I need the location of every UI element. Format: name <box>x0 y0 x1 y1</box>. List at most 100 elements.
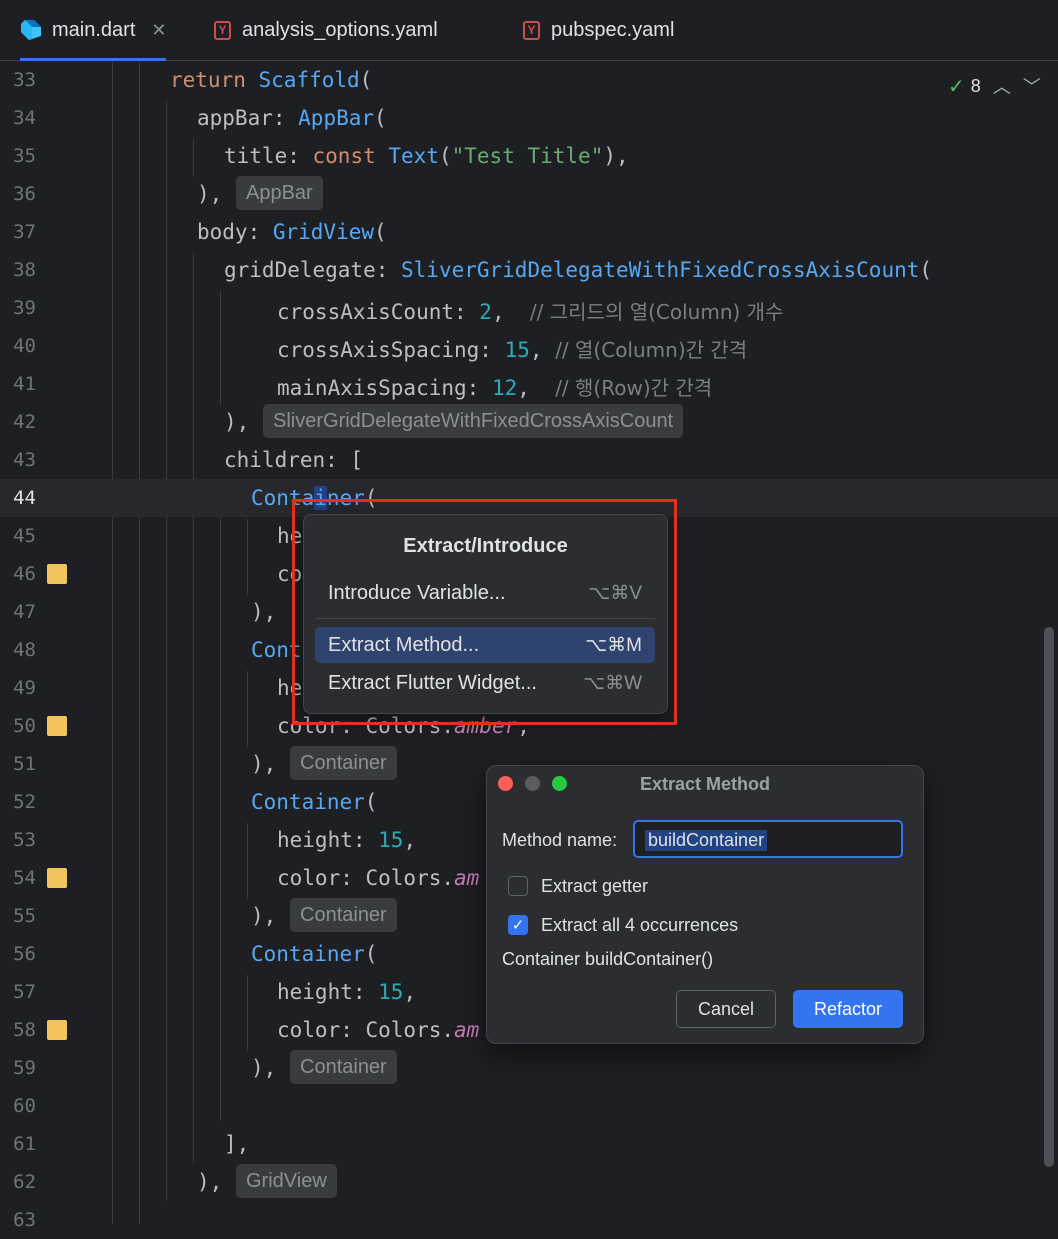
method-name-input[interactable]: buildContainer <box>633 820 903 858</box>
code-token: crossAxisSpacing: <box>277 338 505 362</box>
editor-tab-bar: main.dart ✕ Y analysis_options.yaml Y pu… <box>0 0 1058 61</box>
cancel-button[interactable]: Cancel <box>676 990 776 1028</box>
line-number: 58 <box>13 1019 36 1041</box>
line-number: 57 <box>13 981 36 1003</box>
line-number: 49 <box>13 677 36 699</box>
code-token: body: <box>197 220 273 244</box>
color-swatch-icon[interactable] <box>47 868 67 888</box>
extract-all-label: Extract all 4 occurrences <box>541 915 739 935</box>
code-token: GridView <box>272 220 375 244</box>
color-swatch-icon[interactable] <box>47 1020 67 1040</box>
code-token: ( <box>364 942 378 966</box>
line-number: 61 <box>13 1133 36 1155</box>
code-token: color: Colors. <box>277 866 455 890</box>
code-token: am <box>454 866 480 890</box>
code-token: , <box>491 300 505 324</box>
code-line: 43 children: [ <box>0 441 1058 479</box>
code-token: 2 <box>479 300 492 324</box>
line-number: 40 <box>13 335 36 357</box>
code-token: ), <box>603 144 629 168</box>
checkmark-icon: ✓ <box>511 917 525 934</box>
line-number: 53 <box>13 829 36 851</box>
code-line: 41 mainAxisSpacing: 12, // 행(Row)간 간격 <box>0 365 1058 403</box>
closing-label-hint: Container <box>290 746 397 780</box>
line-number: 38 <box>13 259 36 281</box>
closing-label-hint: Container <box>290 1050 397 1084</box>
line-number: 62 <box>13 1171 36 1193</box>
code-token: Scaffold <box>258 68 360 92</box>
extract-getter-label: Extract getter <box>541 876 649 896</box>
line-number: 45 <box>13 525 36 547</box>
code-token: ), <box>224 410 250 434</box>
refactor-button[interactable]: Refactor <box>793 990 903 1028</box>
code-token: ( <box>438 144 452 168</box>
line-number: 37 <box>13 221 36 243</box>
color-swatch-icon[interactable] <box>47 716 67 736</box>
dart-icon <box>21 20 41 40</box>
line-number: 48 <box>13 639 36 661</box>
color-swatch-icon[interactable] <box>47 564 67 584</box>
code-token: ), <box>251 600 277 624</box>
code-line: 38 gridDelegate: SliverGridDelegateWithF… <box>0 251 1058 289</box>
code-token: "Test Title" <box>451 144 604 168</box>
code-token: title: <box>224 144 313 168</box>
code-line: 40 crossAxisSpacing: 15, // 열(Column)간 간… <box>0 327 1058 365</box>
close-icon[interactable]: ✕ <box>151 20 166 41</box>
method-name-label: Method name: <box>502 830 618 850</box>
extract-all-checkbox[interactable]: ✓ <box>508 915 528 935</box>
code-line: 42 ), SliverGridDelegateWithFixedCrossAx… <box>0 403 1058 441</box>
code-token: SliverGridDelegateWithFixedCrossAxisCoun… <box>401 258 920 282</box>
tab-pubspec[interactable]: Y pubspec.yaml <box>523 0 674 60</box>
code-token: ( <box>374 220 387 244</box>
code-token: return <box>170 68 246 92</box>
line-number: 41 <box>13 373 36 395</box>
closing-label-hint: AppBar <box>236 176 323 210</box>
line-number: 56 <box>13 943 36 965</box>
tab-analysis-options[interactable]: Y analysis_options.yaml <box>214 0 438 60</box>
code-token: ( <box>919 258 933 282</box>
code-line: 37 body: GridView( <box>0 213 1058 251</box>
code-comment: // 행(Row)간 간격 <box>555 376 713 400</box>
code-token: , <box>529 338 543 362</box>
line-number: 60 <box>13 1095 36 1117</box>
tab-label: main.dart <box>52 18 136 41</box>
code-token: crossAxisCount: <box>277 300 480 324</box>
line-number: 54 <box>13 867 36 889</box>
code-line: 59 ), Container <box>0 1049 1058 1087</box>
line-number: 46 <box>13 563 36 585</box>
code-line: 33 return Scaffold( <box>0 61 1058 99</box>
line-number: 44 <box>13 487 36 509</box>
code-line: 35 title: const Text("Test Title"), <box>0 137 1058 175</box>
tab-label: analysis_options.yaml <box>242 18 438 41</box>
code-line: 62 ), GridView <box>0 1163 1058 1201</box>
code-token: , <box>517 376 530 400</box>
code-line: 63 <box>0 1201 1058 1239</box>
code-token: ), <box>197 1170 223 1194</box>
tab-label: pubspec.yaml <box>551 18 675 41</box>
yaml-icon: Y <box>523 20 540 40</box>
method-signature-preview: Container buildContainer() <box>502 949 714 969</box>
code-token: 12 <box>491 376 518 400</box>
code-token: AppBar <box>298 106 375 130</box>
extract-method-dialog: Extract Method Method name: buildContain… <box>486 765 924 1044</box>
method-name-value: buildContainer <box>645 830 768 851</box>
code-token: gridDelegate: <box>224 258 402 282</box>
code-token: appBar: <box>197 106 299 130</box>
code-token: ), <box>251 752 277 776</box>
vertical-scrollbar[interactable] <box>1044 627 1054 1167</box>
line-number: 55 <box>13 905 36 927</box>
line-number: 59 <box>13 1057 36 1079</box>
code-line: 36 ), AppBar <box>0 175 1058 213</box>
code-token: , <box>403 828 417 852</box>
code-token: ( <box>374 106 387 130</box>
tab-main-dart[interactable]: main.dart ✕ <box>20 0 167 61</box>
code-token: children: [ <box>224 448 364 472</box>
line-number: 33 <box>13 69 36 91</box>
extract-getter-checkbox[interactable] <box>508 876 528 896</box>
code-token: height: <box>277 980 379 1004</box>
code-token: ), <box>197 182 223 206</box>
closing-label-hint: GridView <box>236 1164 337 1198</box>
line-number: 42 <box>13 411 36 433</box>
line-number: 47 <box>13 601 36 623</box>
code-token: ), <box>251 904 277 928</box>
